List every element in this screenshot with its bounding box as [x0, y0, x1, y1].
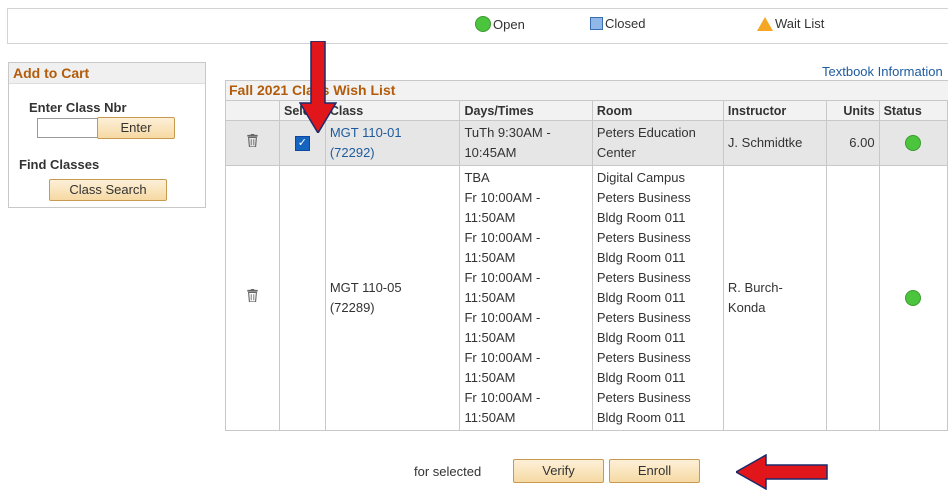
days-times-line: 11:50AM: [464, 290, 516, 305]
days-times-line: Fr 10:00AM -: [464, 190, 541, 205]
find-classes-label: Find Classes: [19, 157, 100, 172]
room-line: Peters Business: [596, 230, 691, 245]
days-times-line: 11:50AM: [464, 250, 516, 265]
add-to-cart-title: Add to Cart: [9, 63, 205, 84]
status-cell: [878, 165, 948, 431]
status-cell: [878, 120, 948, 166]
col-instructor-header: Instructor: [722, 100, 827, 121]
days-times-line: Fr 10:00AM -: [464, 230, 541, 245]
textbook-information-link[interactable]: Textbook Information: [822, 64, 943, 79]
wish-list-table: Select Class Days/Times Room Instructor …: [225, 100, 948, 431]
col-units-header: Units: [825, 100, 880, 121]
room-line: Bldg Room 011: [596, 410, 686, 425]
legend-open: Open: [475, 16, 525, 32]
days-times-cell: TuTh 9:30AM - 10:45AM: [459, 120, 593, 166]
room-line: Bldg Room 011: [596, 250, 686, 265]
class-link[interactable]: MGT 110-01: [330, 125, 402, 140]
days-times-line: TBA: [464, 170, 490, 185]
col-room-header: Room: [591, 100, 724, 121]
legend-closed-label: Closed: [605, 16, 646, 31]
enter-button[interactable]: Enter: [97, 117, 175, 139]
class-text: MGT 110-05: [329, 280, 402, 295]
days-times-line: Fr 10:00AM -: [464, 310, 541, 325]
room-line: Peters Business: [596, 390, 691, 405]
instructor-line: Konda: [727, 300, 766, 315]
days-times-cell: TBA Fr 10:00AM - 11:50AM Fr 10:00AM - 11:50A…: [459, 165, 593, 431]
status-legend: Open Closed Wait List: [7, 8, 948, 44]
days-times-line: Fr 10:00AM -: [464, 270, 541, 285]
days-times-line: 11:50AM: [464, 410, 516, 425]
trash-icon[interactable]: [247, 134, 258, 148]
select-checkbox-checked[interactable]: ✓: [294, 135, 310, 151]
room-line: Peters Education: [596, 125, 696, 140]
col-days-times-header: Days/Times: [459, 100, 593, 121]
verify-button[interactable]: Verify: [513, 459, 604, 483]
room-line: Peters Business: [596, 310, 691, 325]
trash-icon[interactable]: [247, 289, 258, 303]
days-times-line: Fr 10:00AM -: [464, 350, 541, 365]
select-cell[interactable]: [278, 165, 326, 431]
room-line: Peters Business: [596, 270, 691, 285]
units-cell: 6.00: [825, 120, 880, 166]
room-line: Peters Business: [596, 350, 691, 365]
instructor-cell: J. Schmidtke: [722, 120, 827, 166]
days-times-line: Fr 10:00AM -: [464, 390, 541, 405]
open-status-icon: [905, 290, 922, 306]
delete-cell[interactable]: [225, 120, 280, 166]
legend-wait-label: Wait List: [775, 16, 825, 31]
class-search-button[interactable]: Class Search: [49, 179, 167, 201]
open-status-icon: [905, 135, 922, 151]
room-cell: Digital Campus Peters Business Bldg Room 0…: [591, 165, 724, 431]
for-selected-label: for selected: [414, 464, 482, 479]
closed-status-icon: [590, 17, 603, 30]
delete-cell[interactable]: [225, 165, 280, 431]
instructor-cell: R. Burch- Konda: [722, 165, 827, 431]
room-line: Peters Business: [596, 190, 691, 205]
add-to-cart-panel: Add to Cart Enter Class Nbr Enter Find C…: [8, 62, 206, 208]
enroll-button[interactable]: Enroll: [609, 459, 700, 483]
legend-open-label: Open: [493, 16, 525, 32]
open-status-icon: [475, 16, 491, 32]
class-number-link[interactable]: (72292): [330, 145, 375, 160]
room-line: Bldg Room 011: [596, 330, 686, 345]
legend-wait: Wait List: [757, 16, 824, 31]
annotation-arrow-down-icon: [299, 41, 337, 133]
enter-class-nbr-label: Enter Class Nbr: [29, 100, 127, 115]
days-times-line: 10:45AM: [464, 145, 517, 160]
room-line: Bldg Room 011: [596, 210, 686, 225]
days-times-line: 11:50AM: [464, 370, 516, 385]
room-cell: Peters Education Center: [591, 120, 724, 166]
room-line: Center: [596, 145, 636, 160]
days-times-line: TuTh 9:30AM -: [464, 125, 551, 140]
col-class-header: Class: [324, 100, 461, 121]
room-line: Bldg Room 011: [596, 370, 686, 385]
class-number-text: (72289): [329, 300, 375, 315]
instructor-line: R. Burch-: [727, 280, 783, 295]
room-line: Bldg Room 011: [596, 290, 686, 305]
class-cell: MGT 110-01 (72292): [324, 120, 461, 166]
units-cell: [825, 165, 880, 431]
table-row: MGT 110-05 (72289) TBA Fr 10:00AM - 11:50A…: [225, 165, 948, 431]
room-line: Digital Campus: [596, 170, 685, 185]
days-times-line: 11:50AM: [464, 330, 516, 345]
col-delete-header: [225, 100, 280, 121]
wait-list-icon: [757, 16, 773, 31]
legend-closed: Closed: [590, 16, 645, 31]
col-status-header: Status: [878, 100, 948, 121]
class-cell: MGT 110-05 (72289): [324, 165, 461, 431]
days-times-line: 11:50AM: [464, 210, 516, 225]
class-nbr-input[interactable]: [37, 118, 99, 138]
